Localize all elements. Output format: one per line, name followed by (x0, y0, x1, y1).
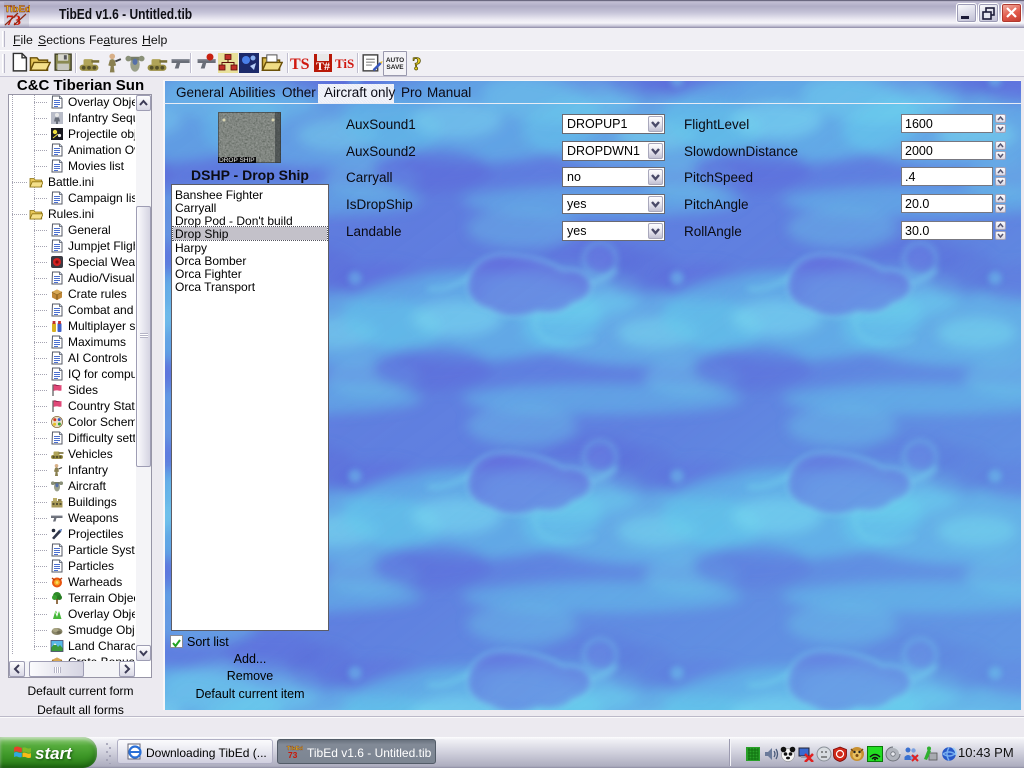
svg-text:T#: T# (316, 59, 330, 73)
svg-text:TS: TS (290, 56, 310, 73)
svg-text:73: 73 (288, 750, 298, 760)
svg-text:TiS: TiS (335, 56, 354, 71)
svg-text:DROP SHIP: DROP SHIP (219, 157, 255, 163)
svg-text:?: ? (412, 54, 422, 74)
